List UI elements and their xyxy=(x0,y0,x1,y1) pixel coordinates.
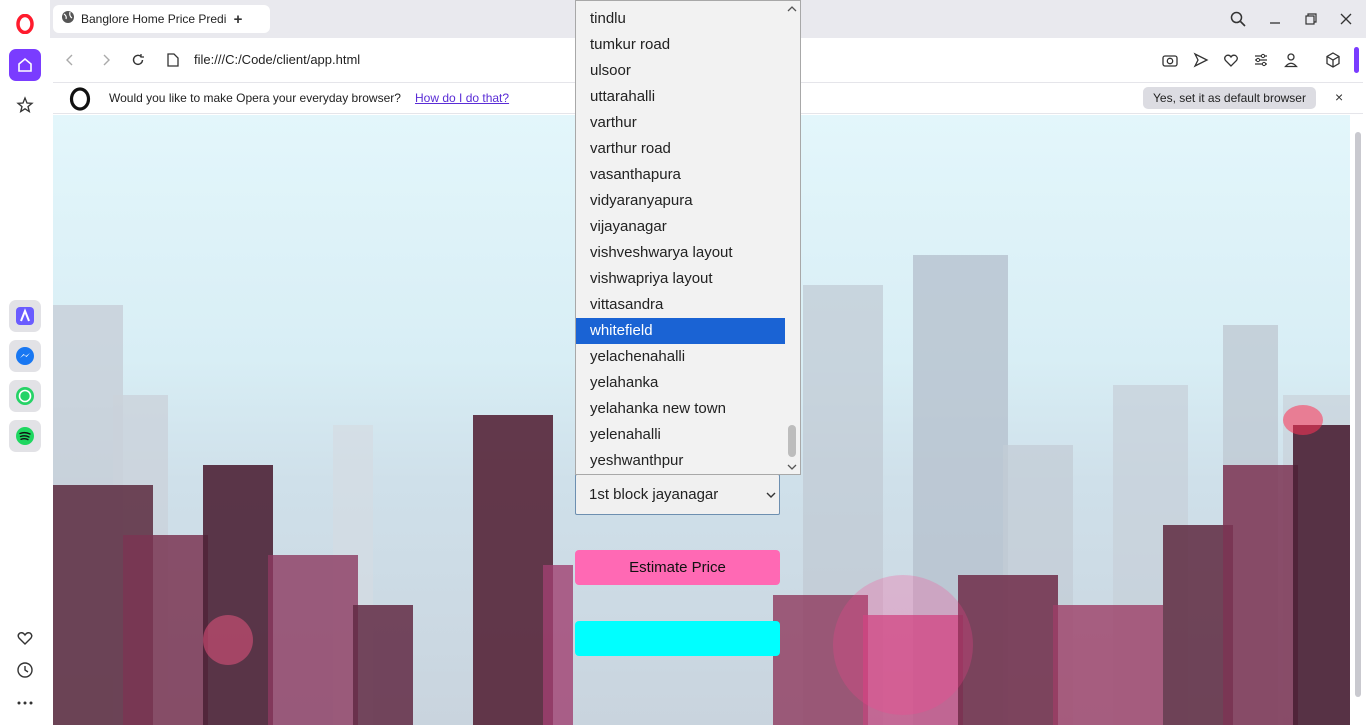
heart-icon[interactable] xyxy=(9,622,41,654)
opera-o-icon xyxy=(68,87,92,116)
location-select-value: 1st block jayanagar xyxy=(589,486,719,503)
extensions-cube-icon[interactable] xyxy=(1317,41,1349,79)
dropdown-option[interactable]: tumkur road xyxy=(576,32,785,58)
dropdown-scrollbar[interactable] xyxy=(784,1,800,474)
whatsapp-icon[interactable] xyxy=(9,380,41,412)
new-tab-button[interactable]: + xyxy=(228,9,248,29)
close-icon[interactable]: × xyxy=(1335,89,1343,105)
dropdown-option[interactable]: ulsoor xyxy=(576,58,785,84)
dropdown-option[interactable]: uttarahalli xyxy=(576,84,785,110)
opera-sidebar xyxy=(0,0,50,725)
history-clock-icon[interactable] xyxy=(9,654,41,686)
sidebar-accent-bar xyxy=(1354,47,1359,73)
page-scrollbar-thumb[interactable] xyxy=(1355,132,1361,697)
dropdown-option[interactable]: vidyaranyapura xyxy=(576,188,785,214)
scroll-up-icon[interactable] xyxy=(787,4,797,14)
price-result-box xyxy=(575,621,780,656)
globe-icon xyxy=(61,10,75,29)
location-select[interactable]: 1st block jayanagar xyxy=(575,474,780,515)
dropdown-option[interactable]: vijayanagar xyxy=(576,214,785,240)
bookmarks-star-icon[interactable] xyxy=(9,89,41,121)
forward-icon[interactable] xyxy=(97,51,115,69)
dropdown-option[interactable]: vishveshwarya layout xyxy=(576,240,785,266)
file-icon[interactable] xyxy=(164,51,182,69)
more-dots-icon[interactable] xyxy=(9,687,41,719)
set-default-button[interactable]: Yes, set it as default browser xyxy=(1143,87,1316,109)
tab-title: Banglore Home Price Predi xyxy=(81,12,226,26)
estimate-price-button[interactable]: Estimate Price xyxy=(575,550,780,585)
dropdown-option[interactable]: whitefield xyxy=(576,318,785,344)
reload-icon[interactable] xyxy=(129,51,147,69)
url-field[interactable]: file:///C:/Code/client/app.html xyxy=(194,52,360,67)
dropdown-option[interactable]: yelachenahalli xyxy=(576,344,785,370)
favorite-heart-icon[interactable] xyxy=(1222,51,1240,69)
send-icon[interactable] xyxy=(1192,51,1210,69)
dropdown-scrollbar-thumb[interactable] xyxy=(788,425,796,457)
dropdown-option[interactable]: yelahanka xyxy=(576,370,785,396)
dropdown-option[interactable]: yelahanka new town xyxy=(576,396,785,422)
dropdown-option[interactable]: yeshwanthpur xyxy=(576,448,785,474)
dropdown-option[interactable]: vasanthapura xyxy=(576,162,785,188)
camera-icon[interactable] xyxy=(1161,51,1179,69)
dropdown-option[interactable]: vittasandra xyxy=(576,292,785,318)
how-do-i-link[interactable]: How do I do that? xyxy=(415,91,509,105)
infobar-message: Would you like to make Opera your everyd… xyxy=(109,91,401,105)
dropdown-option[interactable]: yelenahalli xyxy=(576,422,785,448)
location-dropdown-list[interactable]: tindlu tumkur road ulsoor uttarahalli varthu… xyxy=(575,0,801,475)
dropdown-option[interactable]: vishwapriya layout xyxy=(576,266,785,292)
minimize-icon[interactable] xyxy=(1265,9,1285,29)
opera-logo-icon[interactable] xyxy=(9,8,41,40)
aria-app-icon[interactable] xyxy=(9,300,41,332)
messenger-icon[interactable] xyxy=(9,340,41,372)
close-window-icon[interactable] xyxy=(1336,9,1356,29)
search-icon[interactable] xyxy=(1228,9,1248,29)
chevron-down-icon[interactable] xyxy=(763,475,779,514)
restore-icon[interactable] xyxy=(1301,9,1321,29)
dropdown-option[interactable]: varthur xyxy=(576,110,785,136)
dropdown-option[interactable]: tindlu xyxy=(576,6,785,32)
dropdown-option[interactable]: varthur road xyxy=(576,136,785,162)
home-icon[interactable] xyxy=(9,49,41,81)
easy-setup-icon[interactable] xyxy=(1252,51,1270,69)
back-icon[interactable] xyxy=(61,51,79,69)
profile-icon[interactable] xyxy=(1282,51,1300,69)
scroll-down-icon[interactable] xyxy=(787,462,797,472)
spotify-icon[interactable] xyxy=(9,420,41,452)
